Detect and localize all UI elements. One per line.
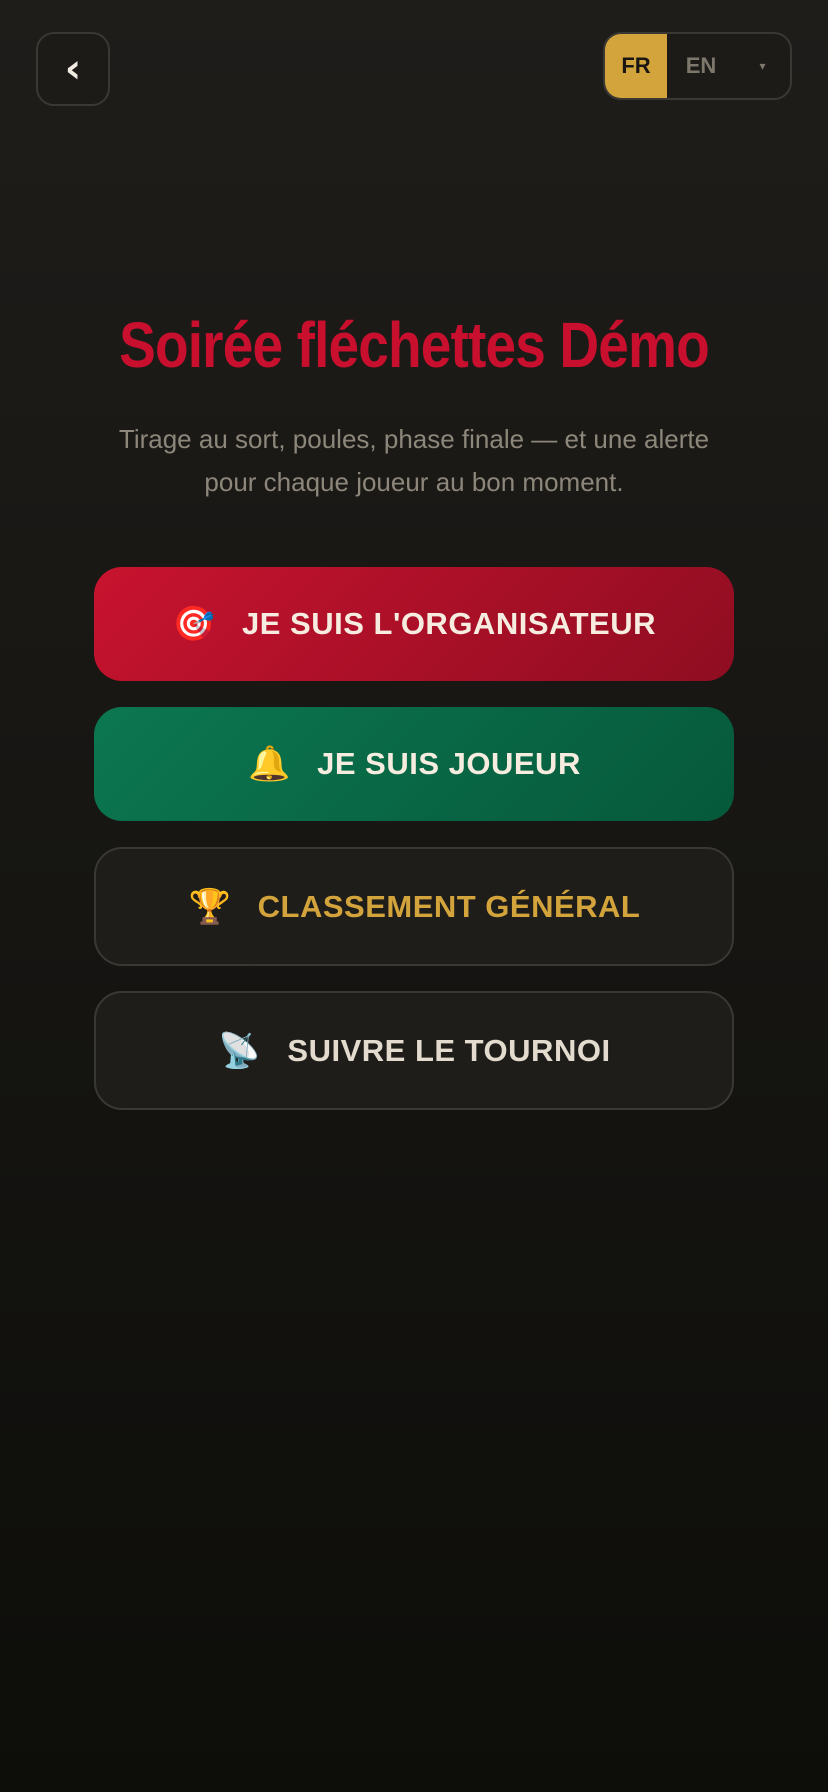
follow-tournament-button[interactable]: 📡 Suivre le tournoi	[94, 991, 734, 1110]
bell-icon: 🔔	[247, 744, 291, 784]
ranking-button[interactable]: 🏆 Classement général	[94, 847, 734, 966]
satellite-dish-icon: 📡	[218, 1030, 261, 1071]
chevron-down-icon[interactable]: ▾	[735, 34, 790, 98]
dart-target-icon: 🎯	[172, 604, 216, 644]
back-button[interactable]: ‹	[36, 32, 110, 106]
language-switcher[interactable]: FR EN ▾	[603, 32, 792, 100]
page-subtitle: Tirage au sort, poules, phase finale — e…	[118, 424, 710, 497]
ranking-button-label: Classement général	[257, 888, 641, 924]
follow-tournament-button-label: Suivre le tournoi	[287, 1032, 611, 1068]
page-title: Soirée fléchettes Démo	[119, 309, 710, 381]
language-option-en[interactable]: EN	[667, 34, 735, 98]
organizer-button-label: Je suis l'organisateur	[242, 606, 656, 641]
language-option-fr[interactable]: FR	[605, 34, 667, 98]
trophy-icon: 🏆	[188, 886, 231, 927]
player-button-label: Je suis joueur	[317, 746, 581, 781]
player-button[interactable]: 🔔 Je suis joueur	[94, 707, 734, 821]
chevron-left-icon: ‹	[64, 46, 82, 92]
organizer-button[interactable]: 🎯 Je suis l'organisateur	[94, 567, 734, 681]
